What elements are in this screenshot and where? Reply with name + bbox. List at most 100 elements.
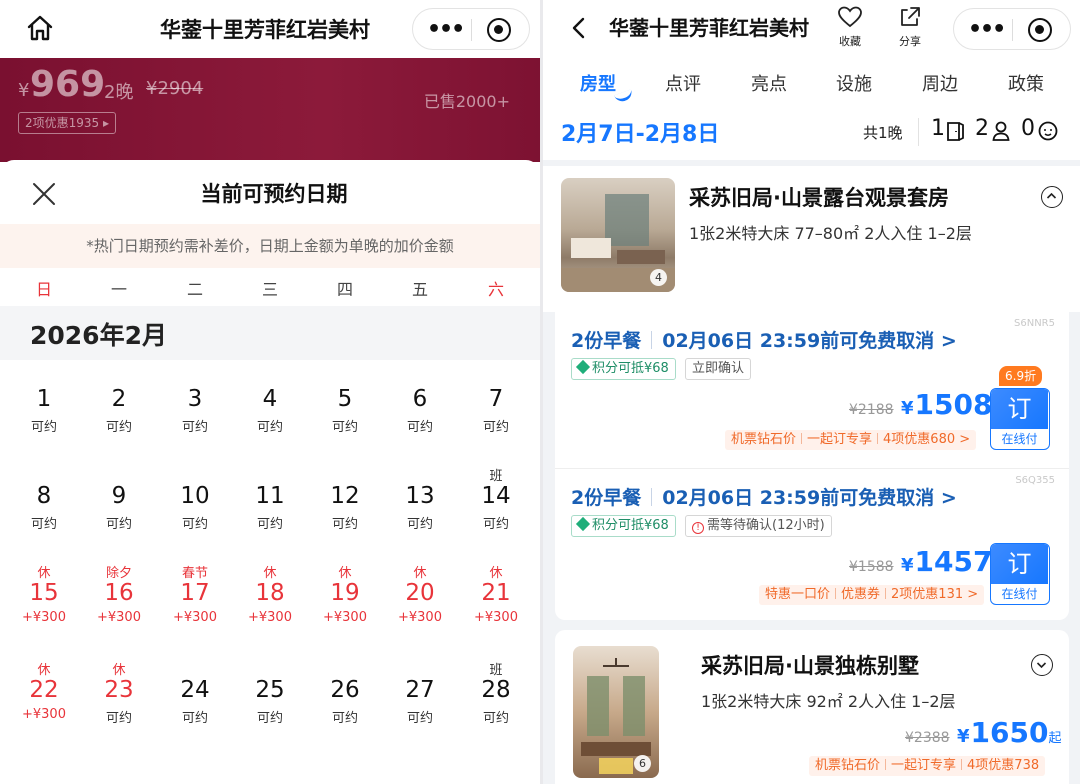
book-button[interactable]: 订 在线付 [990, 543, 1050, 605]
day-number: 14 [481, 483, 511, 509]
weekday-label: 二 [186, 280, 203, 299]
tab-2[interactable]: 亮点 [729, 70, 809, 96]
weekday-header: 日一二三四五六 [0, 272, 540, 302]
day-number: 5 [337, 386, 353, 412]
banner-nights: 2晚 [104, 82, 134, 103]
calendar-day[interactable]: 26 可约 [313, 659, 377, 749]
share-button[interactable]: 分享 [893, 6, 927, 49]
day-number: 4 [262, 386, 278, 412]
day-number: 19 [330, 580, 360, 606]
rooms-count[interactable]: 1 [931, 116, 945, 141]
calendar-day[interactable]: 27 可约 [388, 659, 452, 749]
room-card-suite[interactable]: 4 采苏旧局·山景露台观景套房 1张2米特大床 77–80㎡ 2人入住 1–2层 [543, 166, 1080, 312]
calendar-day[interactable]: 24 可约 [163, 659, 227, 749]
calendar-day[interactable]: 班 14 可约 [464, 465, 528, 555]
tab-4[interactable]: 周边 [900, 70, 980, 96]
day-tag [87, 465, 151, 483]
room-meta: 1张2米特大床 77–80㎡ 2人入住 1–2层 [689, 224, 972, 243]
calendar-day[interactable]: 春节 17 +¥300 [163, 562, 227, 652]
cancel-policy[interactable]: 02月06日 23:59前可免费取消 > [662, 487, 957, 509]
original-price: ¥1588 [849, 559, 894, 575]
day-number: 11 [255, 483, 285, 509]
room-photo[interactable]: 6 [573, 646, 659, 778]
day-status: 可约 [406, 711, 433, 726]
calendar-day[interactable]: 班 28 可约 [464, 659, 528, 749]
child-icon [1038, 121, 1058, 141]
tab-5[interactable]: 政策 [986, 70, 1066, 96]
day-status: 可约 [105, 517, 132, 532]
calendar-day[interactable]: 8 可约 [12, 465, 76, 555]
day-tag [464, 368, 528, 386]
calendar-day[interactable]: 6 可约 [388, 368, 452, 458]
rate-headline: 2份早餐 02月06日 23:59前可免费取消 > [571, 483, 957, 510]
calendar-day[interactable]: 10 可约 [163, 465, 227, 555]
points-chip: 积分可抵¥68 [571, 358, 676, 380]
day-tag [163, 659, 227, 677]
book-label: 订 [991, 544, 1048, 584]
share-label: 分享 [899, 35, 921, 48]
calendar-day[interactable]: 3 可约 [163, 368, 227, 458]
day-number: 8 [36, 483, 52, 509]
more-icon[interactable]: ••• [968, 17, 1006, 42]
expand-icon[interactable] [1031, 654, 1053, 676]
close-mini-program-icon[interactable] [487, 18, 511, 42]
cancel-policy[interactable]: 02月06日 23:59前可免费取消 > [662, 330, 957, 352]
day-number: 3 [187, 386, 203, 412]
calendar-day[interactable]: 1 可约 [12, 368, 76, 458]
calendar-day[interactable]: 11 可约 [238, 465, 302, 555]
promo-tags[interactable]: 特惠一口价 优惠券 2项优惠131 > [759, 585, 985, 605]
calendar-day[interactable]: 4 可约 [238, 368, 302, 458]
promo-tags[interactable]: 机票钻石价 一起订专享 4项优惠738 [809, 756, 1046, 776]
calendar-day[interactable]: 12 可约 [313, 465, 377, 555]
calendar-day[interactable]: 休 15 +¥300 [12, 562, 76, 652]
collapse-icon[interactable] [1041, 186, 1063, 208]
day-number: 18 [255, 580, 285, 606]
tab-3[interactable]: 设施 [814, 70, 894, 96]
day-status: 可约 [482, 711, 509, 726]
day-number: 26 [330, 677, 360, 703]
close-mini-program-icon[interactable] [1028, 18, 1052, 42]
discount-badge: 6.9折 [999, 366, 1043, 386]
calendar-day[interactable]: 休 20 +¥300 [388, 562, 452, 652]
favorite-button[interactable]: 收藏 [833, 6, 867, 49]
day-tag [12, 368, 76, 386]
day-number: 25 [255, 677, 285, 703]
day-number: 23 [104, 677, 134, 703]
day-number: 17 [180, 580, 210, 606]
room-photo[interactable]: 4 [561, 178, 675, 292]
calendar-day[interactable]: 13 可约 [388, 465, 452, 555]
day-tag: 休 [112, 663, 126, 678]
calendar-day[interactable]: 休 23 可约 [87, 659, 151, 749]
weekday-label: 四 [336, 280, 353, 299]
rate-plan[interactable]: S6Q355 2份早餐 02月06日 23:59前可免费取消 > 积分可抵¥68 … [555, 468, 1069, 624]
day-tag: 休 [413, 566, 427, 581]
calendar-day[interactable]: 2 可约 [87, 368, 151, 458]
children-count[interactable]: 0 [1021, 116, 1035, 141]
more-icon[interactable]: ••• [427, 17, 465, 42]
calendar-day[interactable]: 9 可约 [87, 465, 151, 555]
calendar-day[interactable]: 休 19 +¥300 [313, 562, 377, 652]
rate-price: ¥1508 [901, 388, 993, 421]
day-tag [313, 368, 377, 386]
calendar-day[interactable]: 除夕 16 +¥300 [87, 562, 151, 652]
rate-plan[interactable]: S6NNR5 2份早餐 02月06日 23:59前可免费取消 > 积分可抵¥68 … [555, 312, 1069, 468]
calendar-day[interactable]: 休 21 +¥300 [464, 562, 528, 652]
calendar-day[interactable]: 5 可约 [313, 368, 377, 458]
room-card-villa[interactable]: 6 采苏旧局·山景独栋别墅 1张2米特大床 92㎡ 2人入住 1–2层 ¥238… [555, 630, 1069, 784]
calendar-day[interactable]: 休 18 +¥300 [238, 562, 302, 652]
back-icon[interactable] [569, 16, 589, 40]
nights-count: 共1晚 [863, 124, 903, 142]
price-banner: ¥ 969 2晚 ¥2904 已售2000+ 2项优惠1935 ▸ [0, 58, 540, 162]
calendar-day[interactable]: 休 22 +¥300 [12, 659, 76, 749]
date-range[interactable]: 2月7日-2月8日 [561, 116, 719, 148]
tab-1[interactable]: 点评 [643, 70, 723, 96]
banner-coupon-tag[interactable]: 2项优惠1935 ▸ [18, 112, 117, 134]
adults-count[interactable]: 2 [975, 116, 989, 141]
book-button[interactable]: 订 在线付 [990, 388, 1050, 450]
promo-tags[interactable]: 机票钻石价 一起订专享 4项优惠680 > [725, 430, 977, 450]
breakfast-info: 2份早餐 [571, 330, 642, 352]
calendar-day[interactable]: 7 可约 [464, 368, 528, 458]
calendar-day[interactable]: 25 可约 [238, 659, 302, 749]
points-chip: 积分可抵¥68 [571, 515, 676, 537]
mini-program-capsule: ••• [953, 8, 1071, 50]
